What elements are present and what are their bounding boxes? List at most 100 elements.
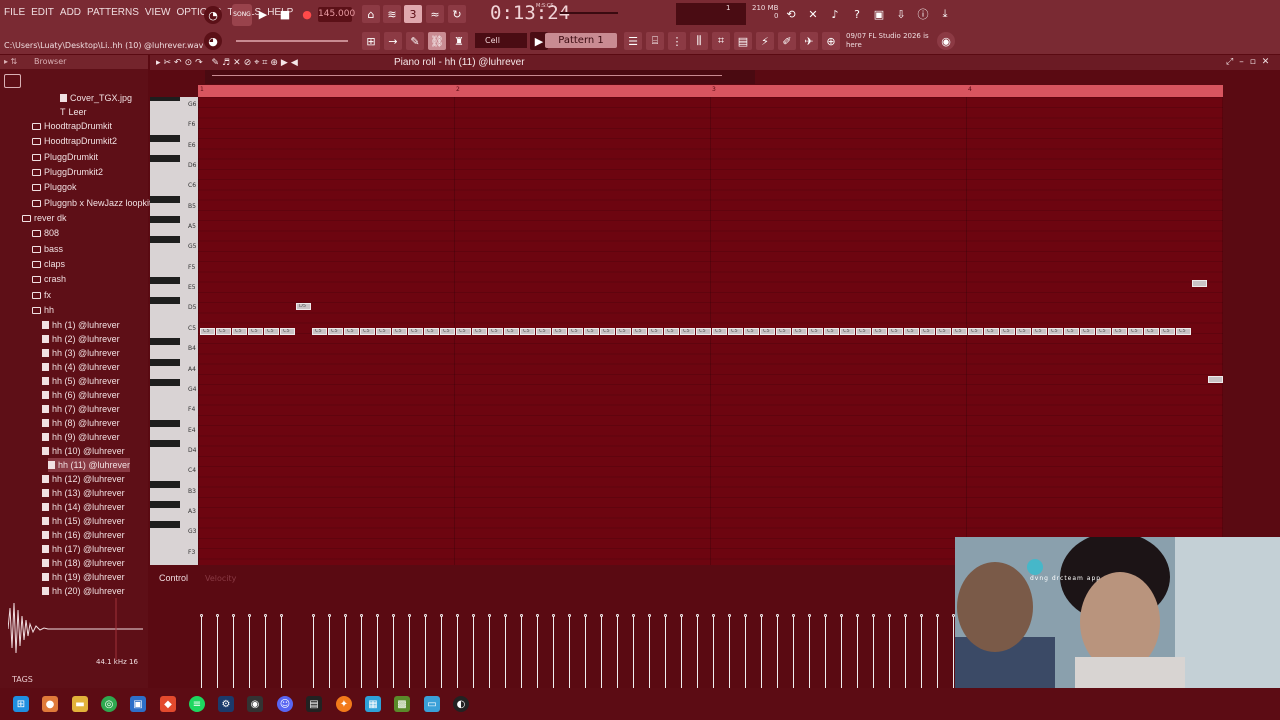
browser-item[interactable]: hh (18) @luhrever: [42, 556, 125, 570]
metronome-icon[interactable]: ⌂: [362, 5, 380, 23]
piano-keyboard[interactable]: G6 F6 E6 D6 C6 B5 A5 G5 F5 E5 D5 C5 B4 A4 G4 F4 E4 D4 C4 B3…: [150, 97, 198, 565]
note[interactable]: C5: [616, 328, 631, 335]
note[interactable]: C5: [1176, 328, 1191, 335]
browser-item[interactable]: hh (20) @luhrever: [42, 584, 125, 598]
black-key[interactable]: [150, 521, 180, 529]
velocity-bar[interactable]: [328, 614, 331, 688]
note[interactable]: C5: [456, 328, 471, 335]
velocity-lane[interactable]: [198, 586, 955, 688]
browser-item[interactable]: hh (15) @luhrever: [42, 514, 125, 528]
browser-item[interactable]: fx: [32, 288, 51, 302]
mixer-icon[interactable]: ⫼: [690, 32, 708, 50]
velocity-bar[interactable]: [696, 614, 699, 688]
playlist-icon[interactable]: ☰: [624, 32, 642, 50]
note[interactable]: C5: [664, 328, 679, 335]
velocity-bar[interactable]: [952, 614, 955, 688]
note[interactable]: C5: [952, 328, 967, 335]
snap-icon[interactable]: ⊞: [362, 32, 380, 50]
note-grid[interactable]: C5 C5 C5 C5 C5 C5 C5 C5 C5 C5 C5 C5 C5 C5 C5 C5 C5 C5 C5 C5…: [198, 97, 1223, 565]
microphone-icon[interactable]: ♪: [826, 5, 844, 23]
black-key[interactable]: [150, 195, 180, 203]
black-key[interactable]: [150, 216, 180, 224]
black-key[interactable]: [150, 419, 180, 427]
note[interactable]: C5: [1032, 328, 1047, 335]
note[interactable]: C5: [392, 328, 407, 335]
menu-add[interactable]: ADD: [60, 7, 81, 18]
note[interactable]: C5: [872, 328, 887, 335]
velocity-bar[interactable]: [408, 614, 411, 688]
note[interactable]: C5: [824, 328, 839, 335]
tempo-display[interactable]: 145.000: [318, 7, 355, 22]
help-icon[interactable]: ?: [848, 5, 866, 23]
velocity-bar[interactable]: [664, 614, 667, 688]
black-key[interactable]: [150, 297, 180, 305]
note[interactable]: C5: [584, 328, 599, 335]
snap-selector[interactable]: Cell: [475, 33, 527, 48]
file-explorer-icon[interactable]: ▬: [72, 696, 88, 712]
velocity-bar[interactable]: [824, 614, 827, 688]
note[interactable]: C5: [216, 328, 231, 335]
record-button[interactable]: ●: [298, 5, 316, 23]
note[interactable]: C5: [712, 328, 727, 335]
note[interactable]: C5: [1128, 328, 1143, 335]
note[interactable]: C5: [424, 328, 439, 335]
velocity-bar[interactable]: [616, 614, 619, 688]
browser-item[interactable]: hh (19) @luhrever: [42, 570, 125, 584]
note[interactable]: C5: [1064, 328, 1079, 335]
velocity-bar[interactable]: [776, 614, 779, 688]
tags-label[interactable]: TAGS: [12, 675, 33, 684]
note[interactable]: C5: [440, 328, 455, 335]
browser-item[interactable]: PluggDrumkit2: [32, 165, 103, 179]
note[interactable]: C5: [744, 328, 759, 335]
velocity-bar[interactable]: [904, 614, 907, 688]
velocity-bar[interactable]: [248, 614, 251, 688]
pencil-icon[interactable]: ✎: [406, 32, 424, 50]
note[interactable]: C5: [376, 328, 391, 335]
note[interactable]: C5: [344, 328, 359, 335]
steam-icon[interactable]: ⚙: [218, 696, 234, 712]
velocity-bar[interactable]: [440, 614, 443, 688]
vertical-scrollbar[interactable]: [1224, 85, 1280, 565]
note[interactable]: C5: [488, 328, 503, 335]
windows-start-icon[interactable]: ⊞: [13, 696, 29, 712]
note[interactable]: C5: [1112, 328, 1127, 335]
play-button[interactable]: ▶: [254, 5, 272, 23]
browser-item[interactable]: hh (12) @luhrever: [42, 472, 125, 486]
black-key[interactable]: [150, 338, 180, 346]
browser-item[interactable]: Pluggok: [32, 180, 77, 194]
velocity-bar[interactable]: [216, 614, 219, 688]
note[interactable]: C5: [728, 328, 743, 335]
velocity-bar[interactable]: [888, 614, 891, 688]
info-icon[interactable]: ⓘ: [914, 5, 932, 23]
velocity-bar[interactable]: [712, 614, 715, 688]
black-key[interactable]: [150, 277, 180, 285]
velocity-bar[interactable]: [744, 614, 747, 688]
window-controls[interactable]: ⤢–▫✕: [1226, 57, 1275, 67]
note[interactable]: C5: [936, 328, 951, 335]
velocity-bar[interactable]: [312, 614, 315, 688]
browser-item[interactable]: hh (1) @luhrever: [42, 318, 120, 332]
velocity-bar[interactable]: [280, 614, 283, 688]
browser-item[interactable]: hh (9) @luhrever: [42, 430, 120, 444]
note[interactable]: C5: [856, 328, 871, 335]
master-pitch-knob[interactable]: ◕: [204, 32, 222, 50]
velocity-bar[interactable]: [808, 614, 811, 688]
note[interactable]: C5: [520, 328, 535, 335]
black-key[interactable]: [150, 97, 180, 101]
minecraft-icon[interactable]: ▩: [394, 696, 410, 712]
pattern-overview[interactable]: [205, 70, 755, 84]
timeline-ruler[interactable]: 12345: [198, 85, 1228, 97]
news-panel[interactable]: 09/07 FL Studio 2026 is here: [846, 32, 929, 50]
note[interactable]: [1192, 280, 1207, 287]
countdown-icon[interactable]: 3: [404, 5, 422, 23]
browser-item[interactable]: hh (14) @luhrever: [42, 500, 125, 514]
velocity-bar[interactable]: [424, 614, 427, 688]
note[interactable]: D5: [296, 303, 311, 310]
browser-item[interactable]: hh (16) @luhrever: [42, 528, 125, 542]
stop-button[interactable]: ■: [276, 5, 294, 23]
browser-item[interactable]: hh (6) @luhrever: [42, 388, 120, 402]
render-icon[interactable]: ⇩: [892, 5, 910, 23]
browser-item[interactable]: hh: [32, 303, 54, 317]
browser-item[interactable]: rever dk: [22, 211, 67, 225]
terminal-icon[interactable]: ▤: [306, 696, 322, 712]
